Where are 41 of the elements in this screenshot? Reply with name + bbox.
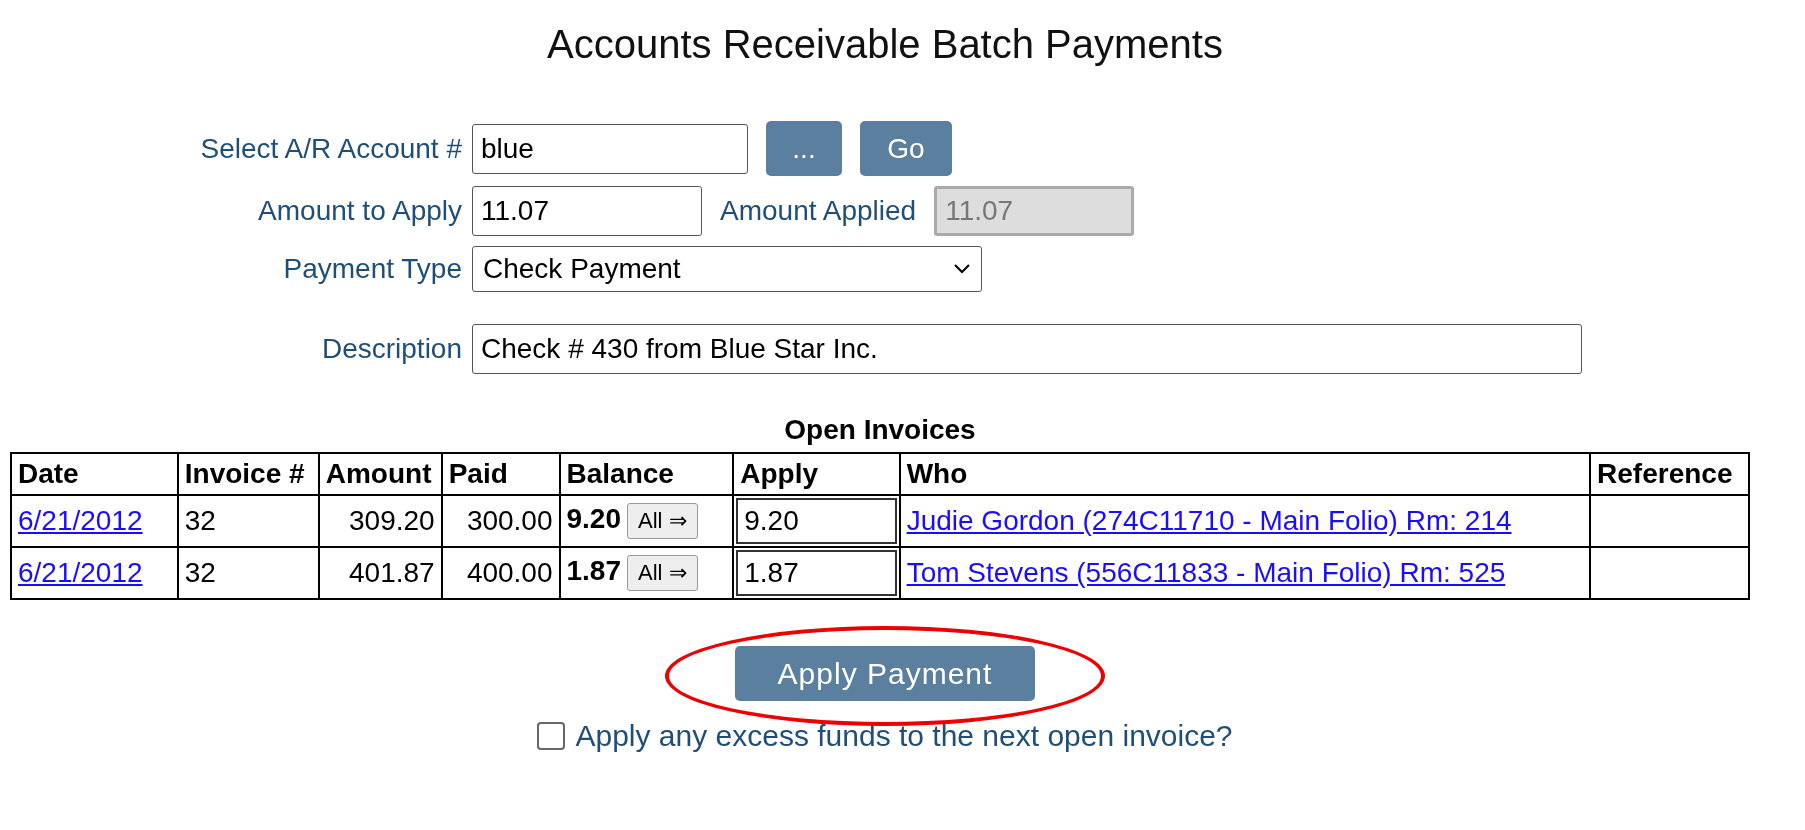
checkbox-label: Apply any excess funds to the next open invoice? <box>575 719 1233 753</box>
checkbox[interactable] <box>537 722 566 750</box>
balance-value: 1.87 <box>566 555 621 587</box>
apply-all-button[interactable]: All ⇒ <box>627 555 698 591</box>
field-label: Select A/R Account # <box>200 132 462 165</box>
date-link[interactable]: 6/21/2012 <box>18 557 143 588</box>
table-cell: 32 <box>177 547 319 599</box>
page-title: Accounts Receivable Batch Payments <box>546 22 1224 67</box>
field-label: Amount to Apply <box>258 195 462 227</box>
table-cell: 401.87 <box>318 547 442 599</box>
column-header: Balance <box>559 453 734 495</box>
table-cell: 309.20 <box>318 495 442 547</box>
apply-payment-button[interactable]: Apply Payment <box>735 646 1035 701</box>
column-header: Amount <box>318 453 442 495</box>
date-link[interactable]: 6/21/2012 <box>18 505 143 536</box>
table-cell: 300.00 <box>441 495 560 547</box>
column-header: Date <box>11 453 178 495</box>
column-header: Who <box>899 453 1591 495</box>
column-header: Reference <box>1590 453 1749 495</box>
apply-all-button[interactable]: All ⇒ <box>627 503 698 539</box>
apply-amount-field[interactable]: 9.20 <box>736 498 897 544</box>
table-cell: 32 <box>177 495 319 547</box>
field-label: Payment Type <box>283 253 462 285</box>
payment-type-dropdown[interactable]: Check Payment <box>472 246 982 292</box>
guest-link[interactable]: Tom Stevens (556C11833 - Main Folio) Rm: 525 <box>906 557 1506 588</box>
amount-field[interactable]: 11.07 <box>472 186 702 236</box>
column-header: Apply <box>733 453 900 495</box>
browse-button[interactable]: ... <box>766 121 842 176</box>
go-button[interactable]: Go <box>860 121 952 176</box>
guest-link[interactable]: Judie Gordon (274C11710 - Main Folio) Rm: 214 <box>906 505 1512 536</box>
field-label: Amount Applied <box>720 195 917 227</box>
account-field[interactable]: blue <box>472 123 748 174</box>
description-field[interactable]: Check # 430 from Blue Star Inc. <box>472 324 1582 374</box>
column-header: Invoice # <box>177 453 319 495</box>
table-title: Open Invoices <box>783 414 977 446</box>
field-label: Description <box>321 333 462 365</box>
apply-amount-field[interactable]: 1.87 <box>736 550 897 596</box>
column-header: Paid <box>441 453 560 495</box>
balance-value: 9.20 <box>566 503 621 535</box>
table-cell: 400.00 <box>441 547 560 599</box>
chevron-down-icon <box>953 263 971 275</box>
